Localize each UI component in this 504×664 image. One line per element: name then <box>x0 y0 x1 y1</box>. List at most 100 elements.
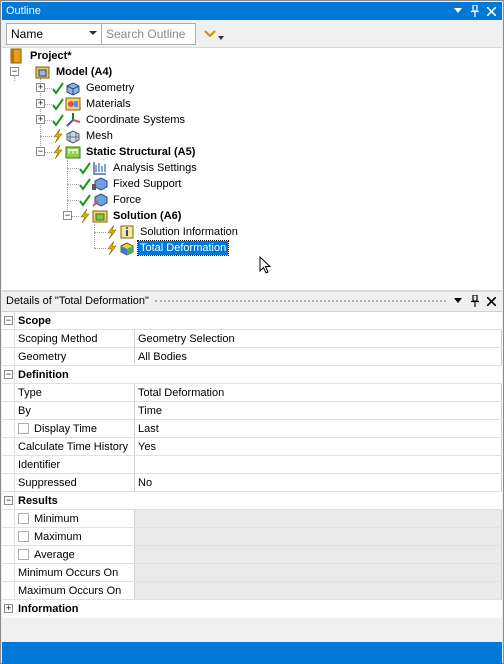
tree-label: Solution Information <box>140 226 238 238</box>
fixed-support-icon <box>92 176 108 192</box>
lightning-icon <box>106 224 118 240</box>
display-time-checkbox[interactable] <box>18 423 29 434</box>
property-name: Maximum <box>34 530 82 543</box>
check-icon <box>52 81 64 95</box>
property-name: Geometry <box>15 348 135 365</box>
maximum-checkbox[interactable] <box>18 531 29 542</box>
property-value <box>135 510 502 527</box>
tree-label: Materials <box>86 98 131 110</box>
property-value[interactable] <box>135 456 502 473</box>
property-value[interactable]: All Bodies <box>135 348 502 365</box>
row-display-time[interactable]: Display Time Last <box>2 420 502 438</box>
property-value <box>135 582 502 599</box>
property-value[interactable]: No <box>135 474 502 491</box>
expand-icon[interactable]: + <box>36 115 45 124</box>
tree-item-force[interactable]: Force <box>79 192 143 208</box>
section-scope[interactable]: − Scope <box>2 312 502 330</box>
search-options-button[interactable] <box>198 23 230 45</box>
row-calculate-time-history[interactable]: Calculate Time History Yes <box>2 438 502 456</box>
name-filter-combo[interactable]: Name <box>6 22 102 45</box>
mesh-icon <box>65 128 81 144</box>
chevron-down-icon <box>204 29 216 37</box>
row-average[interactable]: Average <box>2 546 502 564</box>
tree-label: Coordinate Systems <box>86 114 186 126</box>
collapse-icon[interactable]: − <box>4 496 13 505</box>
collapse-icon[interactable]: − <box>4 370 13 379</box>
property-name: Identifier <box>15 456 135 473</box>
tree-item-project[interactable]: Project* <box>9 48 74 64</box>
details-title: Details of "Total Deformation" <box>6 295 149 307</box>
section-information[interactable]: + Information <box>2 600 502 618</box>
outline-title: Outline <box>6 5 41 17</box>
average-checkbox[interactable] <box>18 549 29 560</box>
tree-item-total-deformation[interactable]: Total Deformation <box>106 240 230 256</box>
tree-item-model[interactable]: Model (A4) <box>35 64 114 80</box>
minimum-checkbox[interactable] <box>18 513 29 524</box>
row-minimum[interactable]: Minimum <box>2 510 502 528</box>
tree-label: Total Deformation <box>136 240 230 256</box>
property-name: Display Time <box>34 422 97 435</box>
title-grip <box>154 300 446 302</box>
tree-label: Fixed Support <box>113 178 182 190</box>
section-definition[interactable]: − Definition <box>2 366 502 384</box>
collapse-icon[interactable]: − <box>10 67 19 76</box>
expand-icon[interactable]: + <box>36 83 45 92</box>
property-value[interactable]: Last <box>135 420 502 437</box>
tree-item-mesh[interactable]: Mesh <box>52 128 115 144</box>
property-value[interactable]: Total Deformation <box>135 384 502 401</box>
collapse-icon[interactable]: − <box>36 147 45 156</box>
property-name: Suppressed <box>15 474 135 491</box>
lightning-icon <box>106 240 118 256</box>
total-deformation-icon <box>119 240 135 256</box>
details-grid: − Scope Scoping Method Geometry Selectio… <box>2 311 502 618</box>
tree-item-solution[interactable]: Solution (A6) <box>79 208 183 224</box>
property-value[interactable]: Yes <box>135 438 502 455</box>
property-name: Minimum Occurs On <box>15 564 135 581</box>
collapse-icon[interactable]: − <box>63 211 72 220</box>
tree-label: Geometry <box>86 82 135 94</box>
dropdown-icon[interactable] <box>452 294 463 308</box>
section-results[interactable]: − Results <box>2 492 502 510</box>
property-name: Maximum Occurs On <box>15 582 135 599</box>
property-value <box>135 528 502 545</box>
search-input[interactable]: Search Outline <box>102 22 196 45</box>
close-icon[interactable] <box>486 294 497 308</box>
row-by[interactable]: By Time <box>2 402 502 420</box>
tree-item-geometry[interactable]: Geometry <box>52 80 136 96</box>
details-titlebar: Details of "Total Deformation" <box>2 292 502 310</box>
tree-label: Mesh <box>86 130 113 142</box>
tree-item-static-structural[interactable]: Static Structural (A5) <box>52 144 197 160</box>
tree-item-analysis-settings[interactable]: Analysis Settings <box>79 160 199 176</box>
pin-icon[interactable] <box>469 294 480 308</box>
row-maximum-occurs-on[interactable]: Maximum Occurs On <box>2 582 502 600</box>
tree-item-solution-information[interactable]: Solution Information <box>106 224 240 240</box>
tree-item-fixed-support[interactable]: Fixed Support <box>79 176 183 192</box>
row-scoping-method[interactable]: Scoping Method Geometry Selection <box>2 330 502 348</box>
pin-icon[interactable] <box>469 4 480 18</box>
section-label: Scope <box>18 314 52 327</box>
section-label: Information <box>18 603 79 615</box>
row-identifier[interactable]: Identifier <box>2 456 502 474</box>
row-suppressed[interactable]: Suppressed No <box>2 474 502 492</box>
row-minimum-occurs-on[interactable]: Minimum Occurs On <box>2 564 502 582</box>
expand-icon[interactable]: + <box>36 99 45 108</box>
property-value[interactable]: Time <box>135 402 502 419</box>
force-icon <box>92 192 108 208</box>
caret-down-icon <box>218 35 224 40</box>
row-maximum[interactable]: Maximum <box>2 528 502 546</box>
row-geometry[interactable]: Geometry All Bodies <box>2 348 502 366</box>
tree-item-coordinate-systems[interactable]: Coordinate Systems <box>52 112 187 128</box>
property-value[interactable]: Geometry Selection <box>135 330 502 347</box>
tree-item-materials[interactable]: Materials <box>52 96 133 112</box>
tree-label: Static Structural (A5) <box>86 146 196 158</box>
chevron-down-icon[interactable] <box>85 24 101 44</box>
row-type[interactable]: Type Total Deformation <box>2 384 502 402</box>
collapse-icon[interactable]: − <box>4 316 13 325</box>
geometry-icon <box>65 80 81 96</box>
dropdown-icon[interactable] <box>452 4 463 18</box>
expand-icon[interactable]: + <box>4 604 13 613</box>
solution-icon <box>92 208 108 224</box>
lightning-icon <box>52 128 64 144</box>
close-icon[interactable] <box>486 4 497 18</box>
materials-icon <box>65 96 81 112</box>
